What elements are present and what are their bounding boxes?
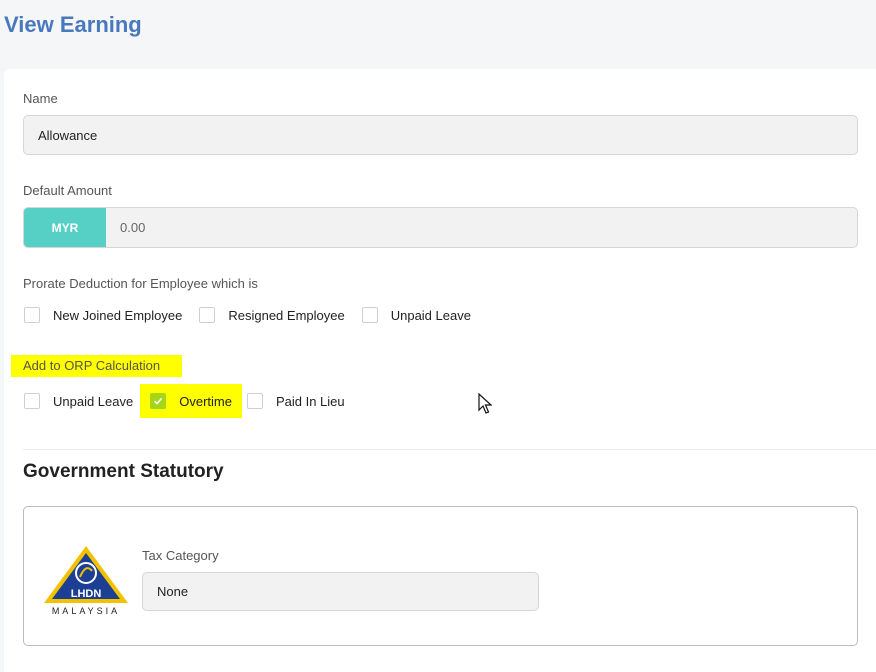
tax-category-label: Tax Category bbox=[142, 548, 219, 563]
tax-category-select[interactable]: None bbox=[142, 572, 539, 611]
name-value: Allowance bbox=[38, 127, 98, 143]
lhdn-logo-text: LHDN bbox=[71, 588, 102, 600]
tax-category-value: None bbox=[157, 584, 189, 599]
prorate-options: New Joined Employee Resigned Employee Un… bbox=[24, 307, 471, 323]
prorate-option-resigned[interactable]: Resigned Employee bbox=[199, 307, 345, 323]
currency-addon: MYR bbox=[24, 208, 106, 247]
lhdn-logo-caption: MALAYSIA bbox=[51, 606, 121, 616]
government-statutory-title: Government Statutory bbox=[23, 461, 224, 482]
orp-unpaid-leave-label: Unpaid Leave bbox=[53, 393, 134, 409]
resigned-label: Resigned Employee bbox=[228, 307, 345, 323]
prorate-label: Prorate Deduction for Employee which is bbox=[23, 276, 258, 291]
paid-in-lieu-checkbox[interactable] bbox=[246, 393, 263, 409]
name-input[interactable]: Allowance bbox=[23, 115, 858, 155]
page-title: View Earning bbox=[4, 12, 142, 37]
section-divider bbox=[23, 449, 876, 450]
new-joined-label: New Joined Employee bbox=[53, 307, 183, 323]
prorate-option-new-joined[interactable]: New Joined Employee bbox=[24, 307, 182, 323]
check-icon bbox=[154, 397, 163, 405]
default-amount-input-group: MYR 0.00 bbox=[23, 207, 858, 248]
default-amount-label: Default Amount bbox=[23, 183, 112, 198]
government-statutory-box: LHDN MALAYSIA Tax Category None bbox=[23, 506, 858, 646]
overtime-checkbox[interactable] bbox=[150, 393, 167, 409]
earning-form-card: Name Allowance Default Amount MYR 0.00 P… bbox=[4, 69, 876, 672]
default-amount-input[interactable]: 0.00 bbox=[106, 208, 857, 247]
paid-in-lieu-label: Paid In Lieu bbox=[275, 393, 345, 409]
orp-options: Unpaid Leave Overtime Paid In Lieu bbox=[24, 384, 345, 418]
orp-label: Add to ORP Calculation bbox=[11, 355, 182, 377]
orp-unpaid-leave-checkbox[interactable] bbox=[24, 393, 40, 409]
overtime-label: Overtime bbox=[179, 393, 232, 409]
prorate-unpaid-leave-label: Unpaid Leave bbox=[390, 307, 471, 323]
lhdn-logo: LHDN MALAYSIA bbox=[40, 543, 132, 619]
name-label: Name bbox=[23, 91, 58, 106]
resigned-checkbox[interactable] bbox=[199, 307, 216, 323]
prorate-unpaid-leave-checkbox[interactable] bbox=[361, 307, 378, 323]
new-joined-checkbox[interactable] bbox=[24, 307, 40, 323]
orp-option-unpaid-leave[interactable]: Unpaid Leave bbox=[24, 393, 133, 409]
mouse-pointer-icon bbox=[478, 392, 493, 420]
orp-option-paid-in-lieu[interactable]: Paid In Lieu bbox=[246, 393, 345, 409]
prorate-option-unpaid-leave[interactable]: Unpaid Leave bbox=[361, 307, 471, 323]
orp-option-overtime[interactable]: Overtime bbox=[140, 384, 242, 418]
